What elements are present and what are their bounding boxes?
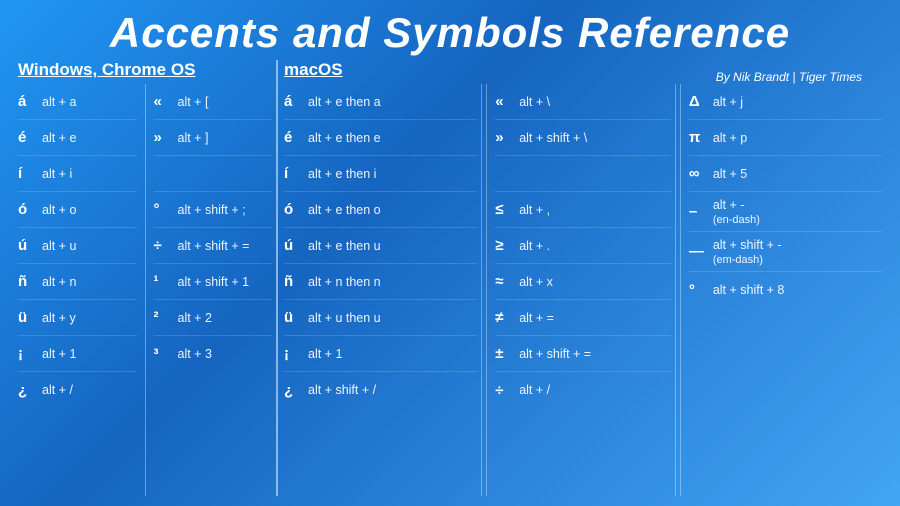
list-item: —alt + shift + -(em-dash) xyxy=(689,232,882,272)
list-item: ≤alt + , xyxy=(495,192,671,228)
divider xyxy=(145,84,146,496)
list-item: ¡alt + 1 xyxy=(284,336,477,372)
macos-col1: áalt + e then a éalt + e then e íalt + e… xyxy=(284,84,482,496)
windows-col1: áalt + a éalt + e íalt + i óalt + o úalt… xyxy=(18,84,141,496)
list-item: ≈alt + x xyxy=(495,264,671,300)
list-item: –alt + -(en-dash) xyxy=(689,192,882,232)
list-item: íalt + i xyxy=(18,156,137,192)
list-item: »alt + shift + \ xyxy=(495,120,671,156)
list-item: áalt + e then a xyxy=(284,84,477,120)
list-item: ÷alt + shift + = xyxy=(154,228,273,264)
windows-header: Windows, Chrome OS xyxy=(18,60,272,80)
list-item: ÷alt + / xyxy=(495,372,671,408)
list-item: πalt + p xyxy=(689,120,882,156)
windows-col2: «alt + [ »alt + ] °alt + shift + ; ÷alt … xyxy=(150,84,273,496)
list-item: áalt + a xyxy=(18,84,137,120)
list-item: ¹alt + shift + 1 xyxy=(154,264,273,300)
main-content: Windows, Chrome OS áalt + a éalt + e íal… xyxy=(18,60,882,496)
list-item: ¿alt + shift + / xyxy=(284,372,477,408)
macos-header: macOS xyxy=(284,60,882,80)
list-item: éalt + e xyxy=(18,120,137,156)
macos-col2: «alt + \ »alt + shift + \ ≤alt + , ≥alt … xyxy=(491,84,676,496)
page: Accents and Symbols Reference By Nik Bra… xyxy=(0,0,900,506)
list-item: ∞alt + 5 xyxy=(689,156,882,192)
list-item: ²alt + 2 xyxy=(154,300,273,336)
list-item: üalt + y xyxy=(18,300,137,336)
list-item: «alt + \ xyxy=(495,84,671,120)
list-item: óalt + o xyxy=(18,192,137,228)
macos-section: macOS áalt + e then a éalt + e then e ía… xyxy=(278,60,882,496)
divider xyxy=(486,84,487,496)
list-item: óalt + e then o xyxy=(284,192,477,228)
list-item: ¿alt + / xyxy=(18,372,137,408)
list-item: ±alt + shift + = xyxy=(495,336,671,372)
list-item: ñalt + n xyxy=(18,264,137,300)
page-title: Accents and Symbols Reference xyxy=(18,10,882,56)
list-item: úalt + e then u xyxy=(284,228,477,264)
list-item: «alt + [ xyxy=(154,84,273,120)
list-item: úalt + u xyxy=(18,228,137,264)
list-item: ≥alt + . xyxy=(495,228,671,264)
list-item: ¡alt + 1 xyxy=(18,336,137,372)
divider xyxy=(680,84,681,496)
list-item: °alt + shift + ; xyxy=(154,192,273,228)
list-item: Δalt + j xyxy=(689,84,882,120)
list-item: ≠alt + = xyxy=(495,300,671,336)
list-item: íalt + e then i xyxy=(284,156,477,192)
list-item: éalt + e then e xyxy=(284,120,477,156)
list-item xyxy=(495,156,671,192)
list-item: ñalt + n then n xyxy=(284,264,477,300)
list-item: »alt + ] xyxy=(154,120,273,156)
list-item: °alt + shift + 8 xyxy=(689,272,882,308)
list-item: üalt + u then u xyxy=(284,300,477,336)
list-item: ³alt + 3 xyxy=(154,336,273,372)
list-item xyxy=(154,156,273,192)
macos-col3: Δalt + j πalt + p ∞alt + 5 –alt + -(en-d… xyxy=(685,84,882,496)
